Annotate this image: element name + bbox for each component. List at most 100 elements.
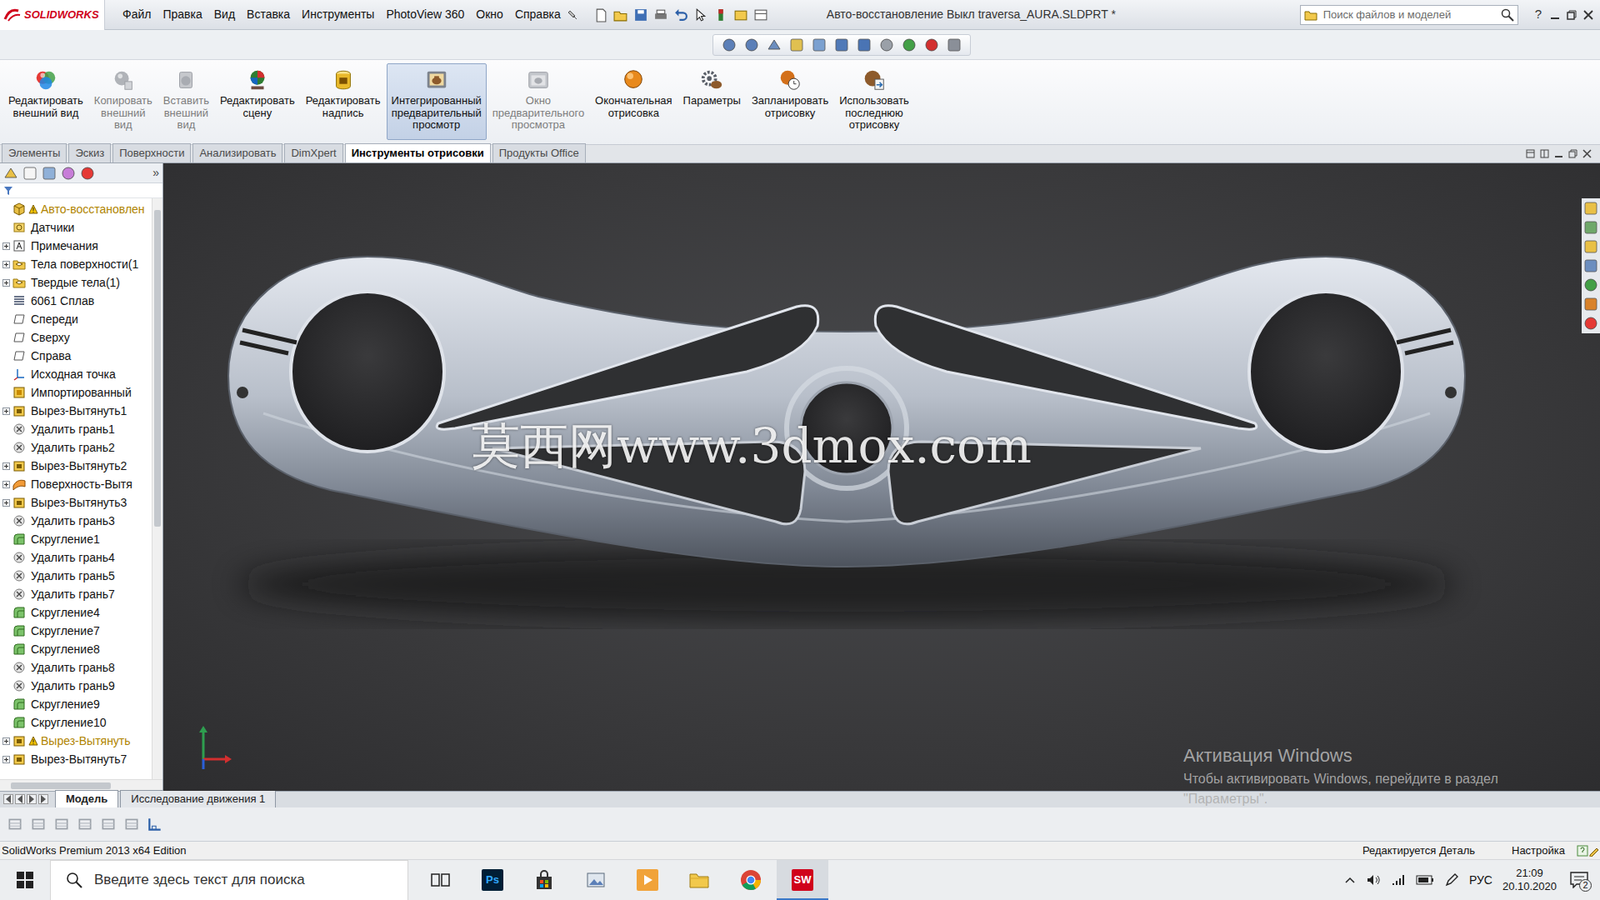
ribbon-button[interactable]: Копироватьвнешнийвид [89, 63, 158, 140]
doc-close-icon[interactable] [1582, 149, 1592, 159]
ribbon-button[interactable]: Редактироватьвнешний вид [3, 63, 89, 140]
nav-arrow-icon[interactable] [38, 794, 49, 805]
tree-item[interactable]: Удалить грань5 [0, 566, 152, 585]
feature-tree-icon[interactable] [3, 165, 19, 181]
input-language[interactable]: РУС [1469, 871, 1493, 890]
expand-toggle[interactable] [2, 755, 10, 764]
edit-appearance-icon[interactable] [901, 37, 917, 53]
cube-icon[interactable] [6, 815, 24, 833]
property-manager-icon[interactable] [22, 165, 38, 181]
tree-item[interactable]: Удалить грань2 [0, 438, 152, 457]
zoom-fit-icon[interactable] [721, 37, 737, 53]
menu-item[interactable]: Правка [156, 4, 208, 25]
command-tab[interactable]: Эскиз [68, 143, 111, 164]
view-palette-icon[interactable] [1583, 277, 1599, 293]
search-icon[interactable] [1500, 8, 1515, 22]
dynamic-annotation-icon[interactable] [811, 37, 827, 53]
doc-restore-icon[interactable] [1568, 149, 1578, 159]
graphics-area[interactable]: 莫西网www.3dmox.com [163, 163, 1600, 791]
app-logo[interactable]: SOLIDWORKS [0, 0, 105, 30]
search-input[interactable] [1321, 5, 1497, 25]
taskbar-app[interactable] [415, 860, 467, 900]
quick-tips-icon[interactable] [1576, 845, 1589, 857]
axis-icon[interactable] [146, 815, 164, 833]
notifications-button[interactable]: 2 [1566, 867, 1592, 893]
command-tab[interactable]: Продукты Office [492, 143, 586, 164]
command-tab[interactable]: Анализировать [192, 143, 283, 164]
command-tab[interactable]: Поверхности [112, 143, 191, 164]
library-icon[interactable] [1583, 239, 1599, 255]
scroll-thumb[interactable] [154, 210, 161, 527]
select-icon[interactable] [693, 7, 709, 23]
tree-item[interactable]: Удалить грань3 [0, 511, 152, 530]
tree-item[interactable]: Вырез-Вытянуть7 [0, 750, 152, 769]
restore-icon[interactable] [1566, 10, 1577, 20]
display-manager-icon[interactable] [80, 165, 95, 181]
tree-item[interactable]: Удалить грань7 [0, 585, 152, 604]
tree-item[interactable]: Датчики [0, 218, 152, 237]
model-tab[interactable]: Исследование движения 1 [120, 790, 276, 809]
tree-item[interactable]: Скругление4 [0, 603, 152, 622]
custom-props-icon[interactable] [1583, 315, 1599, 331]
help-button[interactable]: ? [1530, 5, 1547, 25]
ribbon-button[interactable]: Редактироватьсцену [215, 63, 300, 140]
tree-filter[interactable] [0, 183, 163, 199]
previous-view-icon[interactable] [766, 37, 782, 53]
rebuild-icon[interactable] [713, 7, 729, 23]
layout-icon[interactable] [753, 7, 769, 23]
taskbar-app[interactable]: SW [776, 860, 829, 900]
tree-item[interactable]: Справа [0, 346, 152, 365]
open-icon[interactable] [613, 7, 629, 23]
pen-icon[interactable] [1444, 872, 1460, 888]
dimxpert-icon[interactable] [60, 165, 76, 181]
split-icon[interactable] [1540, 149, 1550, 159]
view-orientation-icon[interactable] [834, 37, 850, 53]
filter-icon[interactable] [3, 185, 14, 196]
expand-toggle[interactable] [2, 260, 10, 269]
tree-item[interactable]: Вырез-Вытянуть [0, 731, 152, 750]
configuration-icon[interactable] [41, 165, 57, 181]
taskbar-app[interactable] [621, 860, 674, 900]
appearances-icon[interactable] [1583, 296, 1599, 312]
expand-toggle[interactable] [2, 279, 10, 287]
ribbon-button[interactable]: Окончательнаяотрисовка [590, 63, 678, 140]
tree-item[interactable]: Скругление1 [0, 530, 152, 549]
print-icon[interactable] [653, 7, 669, 23]
nav-arrow-icon[interactable] [15, 794, 25, 805]
taskbar-search-input[interactable] [92, 868, 408, 892]
taskbar-app[interactable] [518, 860, 570, 900]
network-icon[interactable] [1390, 873, 1406, 887]
tree-item[interactable]: Удалить грань4 [0, 548, 152, 567]
rebuild-status-icon[interactable] [1588, 845, 1600, 857]
ribbon-button[interactable]: Параметры [678, 63, 746, 140]
part-model[interactable] [163, 163, 1600, 791]
menu-item[interactable]: Файл [116, 4, 157, 25]
vertical-scrollbar[interactable] [151, 198, 163, 780]
tree-item[interactable]: 6061 Сплав [0, 291, 152, 310]
tree-item[interactable]: Скругление7 [0, 621, 152, 640]
ribbon-button[interactable]: Использоватьпоследнююотрисовку [834, 63, 915, 140]
model-tab[interactable]: Модель [55, 790, 119, 809]
expand-toggle[interactable] [2, 462, 10, 470]
tree-item[interactable]: Вырез-Вытянуть3 [0, 493, 152, 512]
ribbon-button[interactable]: Редактироватьнадпись [300, 63, 386, 140]
tree-item[interactable]: Скругление10 [0, 713, 152, 732]
list-icon[interactable] [76, 815, 94, 833]
tree-item[interactable]: Примечания [0, 236, 152, 255]
chevron-up-icon[interactable] [1344, 874, 1356, 886]
menu-item[interactable]: PhotoView 360 [380, 4, 470, 25]
zoom-area-icon[interactable] [744, 37, 760, 53]
taskbar-app[interactable] [673, 860, 725, 900]
expand-toggle[interactable] [2, 737, 10, 745]
menu-item[interactable]: Окно [470, 4, 510, 25]
tree-item[interactable]: Сверху [0, 328, 152, 347]
apply-scene-icon[interactable] [924, 37, 940, 53]
command-tab[interactable]: DimXpert [284, 143, 343, 164]
tree-item[interactable]: Поверхность-Вытя [0, 475, 152, 494]
command-tab[interactable]: Элементы [1, 143, 67, 164]
section-view-icon[interactable] [789, 37, 805, 53]
tree-item[interactable]: Исходная точка [0, 365, 152, 384]
taskbar-app[interactable] [725, 860, 777, 900]
ribbon-button[interactable]: Интегрированныйпредварительныйпросмотр [386, 63, 487, 140]
menu-item[interactable]: Справка [509, 4, 567, 25]
